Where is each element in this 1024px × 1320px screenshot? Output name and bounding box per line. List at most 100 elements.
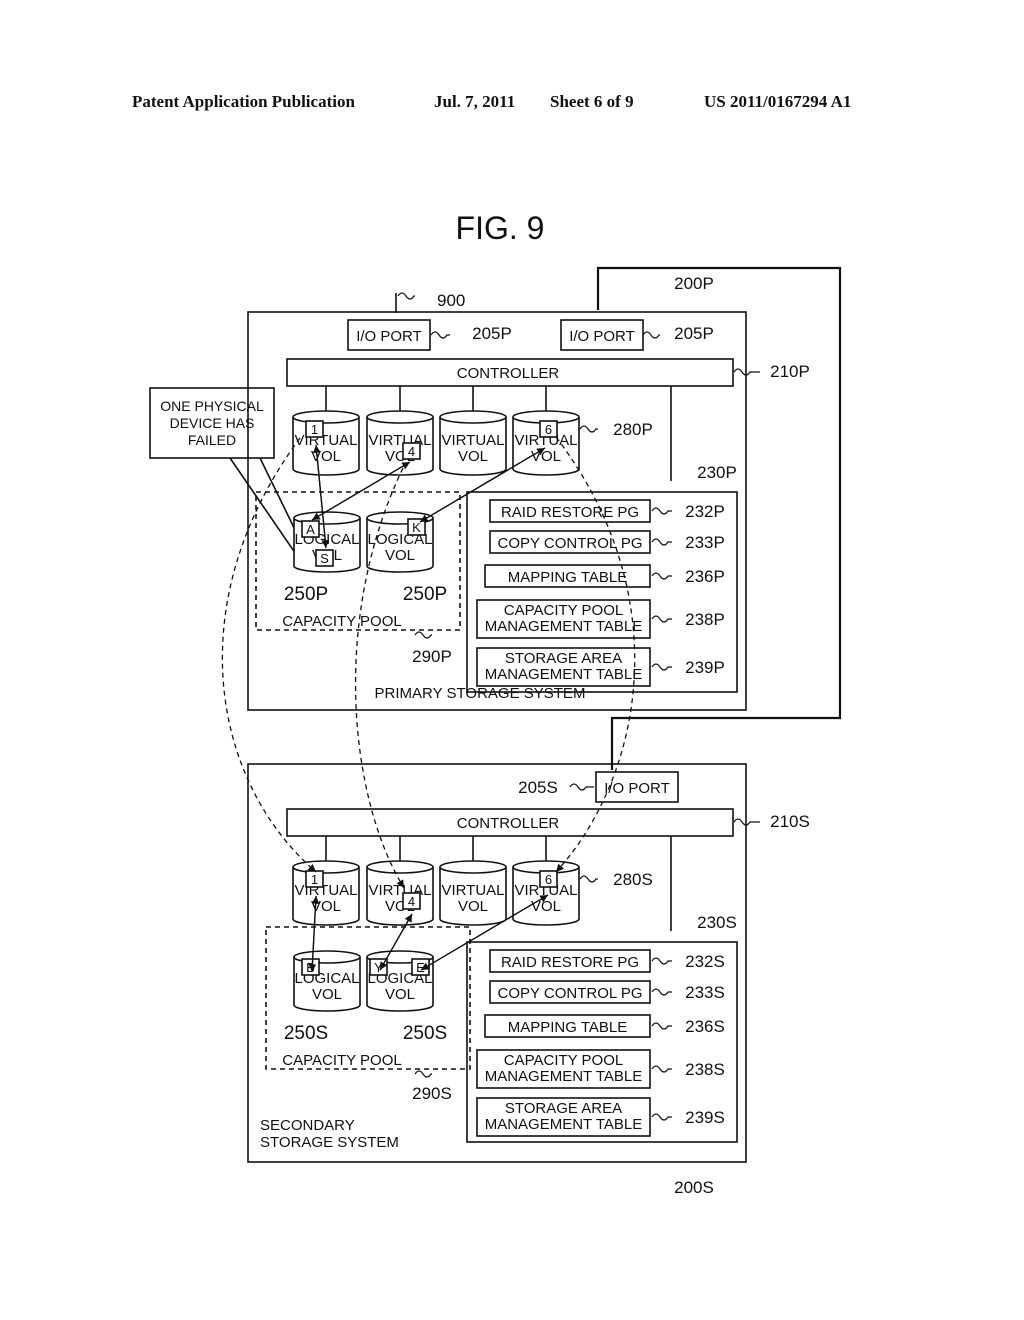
leader-line [651,1113,672,1121]
controller-label: CONTROLLER [457,815,560,832]
program-label-2: COPY CONTROL PG [497,535,642,552]
leader-line [642,331,660,339]
leader-line [397,292,415,300]
vv-tag-1: 1 [311,422,318,437]
vv-tag-4: 4 [408,894,415,909]
system-name-2: STORAGE SYSTEM [260,1134,399,1151]
leader-line [651,572,672,580]
vv-tag-6: 6 [545,422,552,437]
leader-line [651,663,672,671]
capacity-pool-label: CAPACITY POOL [282,1052,401,1069]
program-ref-2: 233S [685,983,725,1002]
leader-line [651,615,672,623]
logical-vol-ref-2: 250P [403,584,447,605]
lv-tag-S: S [320,551,329,566]
controller-ref: 210S [770,812,810,831]
program-label-1: RAID RESTORE PG [501,954,639,971]
vv-tag-4: 4 [408,444,415,459]
leader-line [569,783,594,791]
io-port-2-label: I/O PORT [569,328,635,345]
program-ref-1: 232P [685,502,725,521]
io-port-2-ref: 205P [674,324,714,343]
callout-text: DEVICE HAS [170,415,255,431]
virtual-vol-ref: 280P [613,420,653,439]
virtual-vol-3-label-1: VIRTUAL [441,432,504,449]
lv-tag-A: A [306,522,315,537]
program-ref-5: 239S [685,1108,725,1127]
callout-pointer [229,457,301,561]
virtual-vol-3-label-1: VIRTUAL [441,882,504,899]
program-label-5a: STORAGE AREA [505,650,622,667]
lv-tag-E: E [416,960,425,975]
virtual-vol-3-top [439,860,507,874]
leader-line [651,507,672,515]
virtual-vol-4-label-2: VOL [531,898,561,915]
virtual-vol-1-top [292,860,360,874]
virtual-vol-1-top [292,410,360,424]
vv-tag-6: 6 [545,872,552,887]
virtual-vol-1-label-2: VOL [311,448,341,465]
io-port-1-ref: 205P [472,324,512,343]
program-label-5b: MANAGEMENT TABLE [485,1116,643,1133]
leader-line [733,818,760,826]
leader-line [651,957,672,965]
virtual-vol-3-label-2: VOL [458,448,488,465]
program-label-3: MAPPING TABLE [508,1019,627,1036]
controller-ref: 210P [770,362,810,381]
program-ref-1: 232S [685,952,725,971]
virtual-vol-2-label-1: VIRTUAL [368,882,431,899]
program-ref-4: 238P [685,610,725,629]
logical-vol-ref-1: 250P [284,584,328,605]
system-ref: 200S [674,1178,714,1197]
virtual-vol-1-label-1: VIRTUAL [294,882,357,899]
memory-ref: 230P [697,463,737,482]
storage-diagram: ONE PHYSICALDEVICE HASFAILED900200PI/O P… [149,266,842,1197]
leader-line [733,368,760,376]
program-ref-4: 238S [685,1060,725,1079]
controller-label: CONTROLLER [457,365,560,382]
virtual-vol-ref: 280S [613,870,653,889]
capacity-pool-ref: 290P [412,647,452,666]
virtual-vol-2-top [366,860,434,874]
leader-line [579,425,598,433]
program-label-4b: MANAGEMENT TABLE [485,618,643,635]
program-label-4a: CAPACITY POOL [504,1052,623,1069]
logical-vol-1-label-2: VOL [312,986,342,1003]
system-ref: 200P [674,274,714,293]
logical-vol-2-label-2: VOL [385,986,415,1003]
leader-line [651,1065,672,1073]
program-ref-5: 239P [685,658,725,677]
virtual-vol-4-label-2: VOL [531,448,561,465]
program-label-2: COPY CONTROL PG [497,985,642,1002]
capacity-pool-label: CAPACITY POOL [282,613,401,630]
program-ref-2: 233P [685,533,725,552]
logical-vol-ref-2: 250S [403,1023,447,1044]
leader-line [430,331,450,339]
virtual-vol-2-label-1: VIRTUAL [368,432,431,449]
virtual-vol-3-top [439,410,507,424]
system-name: PRIMARY STORAGE SYSTEM [375,685,586,702]
virtual-vol-1-label-1: VIRTUAL [294,432,357,449]
lv-tag-K: K [412,520,421,535]
program-ref-3: 236S [685,1017,725,1036]
system-name-1: SECONDARY [260,1117,355,1134]
io-port-ref: 205S [518,778,558,797]
program-label-5b: MANAGEMENT TABLE [485,666,643,683]
memory-ref: 230S [697,913,737,932]
leader-line [651,1022,672,1030]
leader-line [414,631,432,639]
program-label-3: MAPPING TABLE [508,569,627,586]
leader-line [414,1070,432,1078]
io-port-label: I/O PORT [604,780,670,797]
virtual-vol-3-label-2: VOL [458,898,488,915]
leader-line [651,988,672,996]
program-label-1: RAID RESTORE PG [501,504,639,521]
lv-tag-B: B [306,960,315,975]
copy-arrow-1 [221,437,317,873]
network-ref: 900 [437,291,465,310]
capacity-pool-ref: 290S [412,1084,452,1103]
program-label-4a: CAPACITY POOL [504,602,623,619]
virtual-vol-2-top [366,410,434,424]
leader-line [579,875,598,883]
callout-text: FAILED [188,432,236,448]
